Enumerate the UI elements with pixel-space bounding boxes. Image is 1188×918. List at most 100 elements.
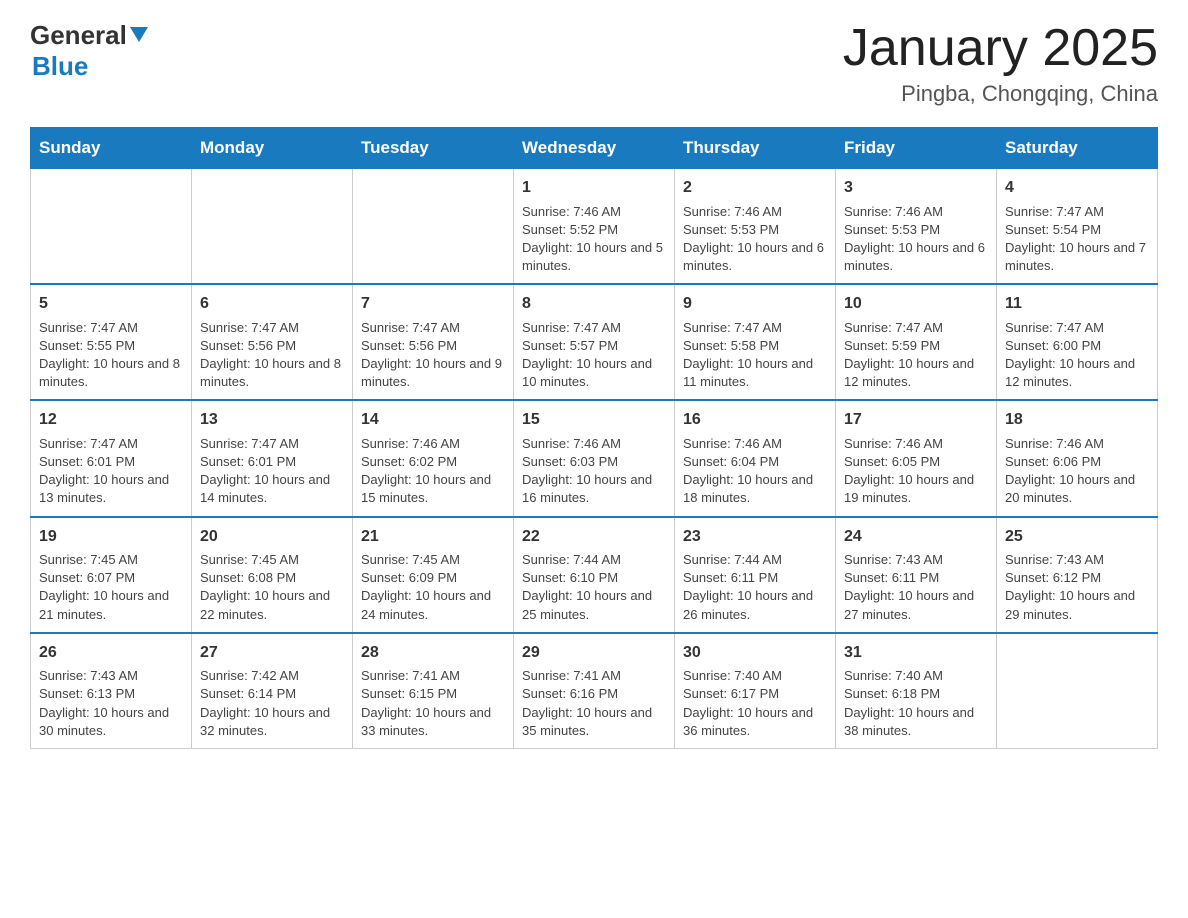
- calendar-cell: 19 Sunrise: 7:45 AM Sunset: 6:07 PM Dayli…: [31, 517, 192, 633]
- calendar-table: SundayMondayTuesdayWednesdayThursdayFrid…: [30, 127, 1158, 749]
- calendar-header-row: SundayMondayTuesdayWednesdayThursdayFrid…: [31, 128, 1158, 169]
- day-number: 12: [39, 409, 183, 431]
- calendar-cell: 8 Sunrise: 7:47 AM Sunset: 5:57 PM Daylig…: [514, 284, 675, 400]
- day-info: Sunrise: 7:47 AM Sunset: 5:59 PM Dayligh…: [844, 319, 988, 392]
- day-number: 14: [361, 409, 505, 431]
- day-info: Sunrise: 7:43 AM Sunset: 6:11 PM Dayligh…: [844, 551, 988, 624]
- day-number: 11: [1005, 293, 1149, 315]
- calendar-cell: 13Sunrise: 7:47 AM Sunset: 6:01 PM Dayli…: [192, 400, 353, 516]
- logo-arrow-icon: [130, 27, 148, 42]
- calendar-cell: 16 Sunrise: 7:46 AM Sunset: 6:04 PM Dayli…: [675, 400, 836, 516]
- header-tuesday: Tuesday: [353, 128, 514, 169]
- calendar-cell: 17 Sunrise: 7:46 AM Sunset: 6:05 PM Dayli…: [836, 400, 997, 516]
- calendar-cell: 12Sunrise: 7:47 AM Sunset: 6:01 PM Dayli…: [31, 400, 192, 516]
- day-info: Sunrise: 7:46 AM Sunset: 6:05 PM Dayligh…: [844, 435, 988, 508]
- day-info: Sunrise: 7:47 AM Sunset: 5:54 PM Dayligh…: [1005, 203, 1149, 276]
- day-number: 2: [683, 177, 827, 199]
- day-number: 21: [361, 526, 505, 548]
- day-info: Sunrise: 7:46 AM Sunset: 6:04 PM Dayligh…: [683, 435, 827, 508]
- calendar-cell: 3 Sunrise: 7:46 AM Sunset: 5:53 PM Daylig…: [836, 169, 997, 285]
- day-info: Sunrise: 7:47 AM Sunset: 5:56 PM Dayligh…: [200, 319, 344, 392]
- day-number: 9: [683, 293, 827, 315]
- calendar-cell: 21 Sunrise: 7:45 AM Sunset: 6:09 PM Dayli…: [353, 517, 514, 633]
- day-info: Sunrise: 7:45 AM Sunset: 6:09 PM Dayligh…: [361, 551, 505, 624]
- day-number: 16: [683, 409, 827, 431]
- day-info: Sunrise: 7:40 AM Sunset: 6:18 PM Dayligh…: [844, 667, 988, 740]
- calendar-cell: 28 Sunrise: 7:41 AM Sunset: 6:15 PM Dayli…: [353, 633, 514, 749]
- calendar-cell: 2Sunrise: 7:46 AM Sunset: 5:53 PM Daylig…: [675, 169, 836, 285]
- day-info: Sunrise: 7:45 AM Sunset: 6:07 PM Dayligh…: [39, 551, 183, 624]
- logo: General Blue: [30, 20, 148, 82]
- day-number: 30: [683, 642, 827, 664]
- day-info: Sunrise: 7:44 AM Sunset: 6:11 PM Dayligh…: [683, 551, 827, 624]
- page-title: January 2025: [843, 20, 1158, 77]
- calendar-cell: 22Sunrise: 7:44 AM Sunset: 6:10 PM Dayli…: [514, 517, 675, 633]
- calendar-cell: 15 Sunrise: 7:46 AM Sunset: 6:03 PM Dayli…: [514, 400, 675, 516]
- calendar-cell: 27Sunrise: 7:42 AM Sunset: 6:14 PM Dayli…: [192, 633, 353, 749]
- day-number: 23: [683, 526, 827, 548]
- header-wednesday: Wednesday: [514, 128, 675, 169]
- day-number: 31: [844, 642, 988, 664]
- header-saturday: Saturday: [997, 128, 1158, 169]
- day-info: Sunrise: 7:46 AM Sunset: 6:03 PM Dayligh…: [522, 435, 666, 508]
- calendar-cell: [997, 633, 1158, 749]
- calendar-cell: 25 Sunrise: 7:43 AM Sunset: 6:12 PM Dayli…: [997, 517, 1158, 633]
- calendar-cell: 6Sunrise: 7:47 AM Sunset: 5:56 PM Daylig…: [192, 284, 353, 400]
- day-number: 19: [39, 526, 183, 548]
- day-info: Sunrise: 7:43 AM Sunset: 6:13 PM Dayligh…: [39, 667, 183, 740]
- calendar-cell: 9Sunrise: 7:47 AM Sunset: 5:58 PM Daylig…: [675, 284, 836, 400]
- calendar-cell: [31, 169, 192, 285]
- day-info: Sunrise: 7:46 AM Sunset: 6:06 PM Dayligh…: [1005, 435, 1149, 508]
- day-info: Sunrise: 7:47 AM Sunset: 5:57 PM Dayligh…: [522, 319, 666, 392]
- day-number: 13: [200, 409, 344, 431]
- calendar-cell: 18Sunrise: 7:46 AM Sunset: 6:06 PM Dayli…: [997, 400, 1158, 516]
- day-info: Sunrise: 7:46 AM Sunset: 5:53 PM Dayligh…: [844, 203, 988, 276]
- week-row-0: 1 Sunrise: 7:46 AM Sunset: 5:52 PM Daylig…: [31, 169, 1158, 285]
- title-block: January 2025 Pingba, Chongqing, China: [843, 20, 1158, 107]
- day-number: 1: [522, 177, 666, 199]
- calendar-cell: [192, 169, 353, 285]
- day-number: 28: [361, 642, 505, 664]
- logo-general-text: General: [30, 20, 127, 51]
- header-monday: Monday: [192, 128, 353, 169]
- day-info: Sunrise: 7:46 AM Sunset: 6:02 PM Dayligh…: [361, 435, 505, 508]
- calendar-cell: 24Sunrise: 7:43 AM Sunset: 6:11 PM Dayli…: [836, 517, 997, 633]
- day-number: 17: [844, 409, 988, 431]
- week-row-1: 5 Sunrise: 7:47 AM Sunset: 5:55 PM Daylig…: [31, 284, 1158, 400]
- day-info: Sunrise: 7:47 AM Sunset: 6:00 PM Dayligh…: [1005, 319, 1149, 392]
- calendar-cell: 1 Sunrise: 7:46 AM Sunset: 5:52 PM Daylig…: [514, 169, 675, 285]
- day-number: 26: [39, 642, 183, 664]
- calendar-cell: 7 Sunrise: 7:47 AM Sunset: 5:56 PM Daylig…: [353, 284, 514, 400]
- day-info: Sunrise: 7:44 AM Sunset: 6:10 PM Dayligh…: [522, 551, 666, 624]
- header-thursday: Thursday: [675, 128, 836, 169]
- day-info: Sunrise: 7:41 AM Sunset: 6:15 PM Dayligh…: [361, 667, 505, 740]
- page-header: General Blue January 2025 Pingba, Chongq…: [30, 20, 1158, 107]
- calendar-cell: 30Sunrise: 7:40 AM Sunset: 6:17 PM Dayli…: [675, 633, 836, 749]
- day-info: Sunrise: 7:45 AM Sunset: 6:08 PM Dayligh…: [200, 551, 344, 624]
- day-number: 3: [844, 177, 988, 199]
- calendar-cell: 11 Sunrise: 7:47 AM Sunset: 6:00 PM Dayli…: [997, 284, 1158, 400]
- day-info: Sunrise: 7:46 AM Sunset: 5:52 PM Dayligh…: [522, 203, 666, 276]
- day-number: 29: [522, 642, 666, 664]
- day-number: 27: [200, 642, 344, 664]
- page-subtitle: Pingba, Chongqing, China: [843, 81, 1158, 107]
- day-number: 10: [844, 293, 988, 315]
- day-info: Sunrise: 7:43 AM Sunset: 6:12 PM Dayligh…: [1005, 551, 1149, 624]
- week-row-4: 26 Sunrise: 7:43 AM Sunset: 6:13 PM Dayli…: [31, 633, 1158, 749]
- calendar-cell: 31 Sunrise: 7:40 AM Sunset: 6:18 PM Dayli…: [836, 633, 997, 749]
- day-number: 5: [39, 293, 183, 315]
- calendar-cell: 26 Sunrise: 7:43 AM Sunset: 6:13 PM Dayli…: [31, 633, 192, 749]
- day-info: Sunrise: 7:47 AM Sunset: 5:56 PM Dayligh…: [361, 319, 505, 392]
- day-number: 15: [522, 409, 666, 431]
- calendar-cell: 14 Sunrise: 7:46 AM Sunset: 6:02 PM Dayli…: [353, 400, 514, 516]
- day-number: 4: [1005, 177, 1149, 199]
- day-info: Sunrise: 7:41 AM Sunset: 6:16 PM Dayligh…: [522, 667, 666, 740]
- day-number: 7: [361, 293, 505, 315]
- day-number: 8: [522, 293, 666, 315]
- calendar-cell: 20Sunrise: 7:45 AM Sunset: 6:08 PM Dayli…: [192, 517, 353, 633]
- day-number: 25: [1005, 526, 1149, 548]
- calendar-cell: 29 Sunrise: 7:41 AM Sunset: 6:16 PM Dayli…: [514, 633, 675, 749]
- week-row-3: 19 Sunrise: 7:45 AM Sunset: 6:07 PM Dayli…: [31, 517, 1158, 633]
- calendar-cell: 5 Sunrise: 7:47 AM Sunset: 5:55 PM Daylig…: [31, 284, 192, 400]
- day-info: Sunrise: 7:47 AM Sunset: 5:55 PM Dayligh…: [39, 319, 183, 392]
